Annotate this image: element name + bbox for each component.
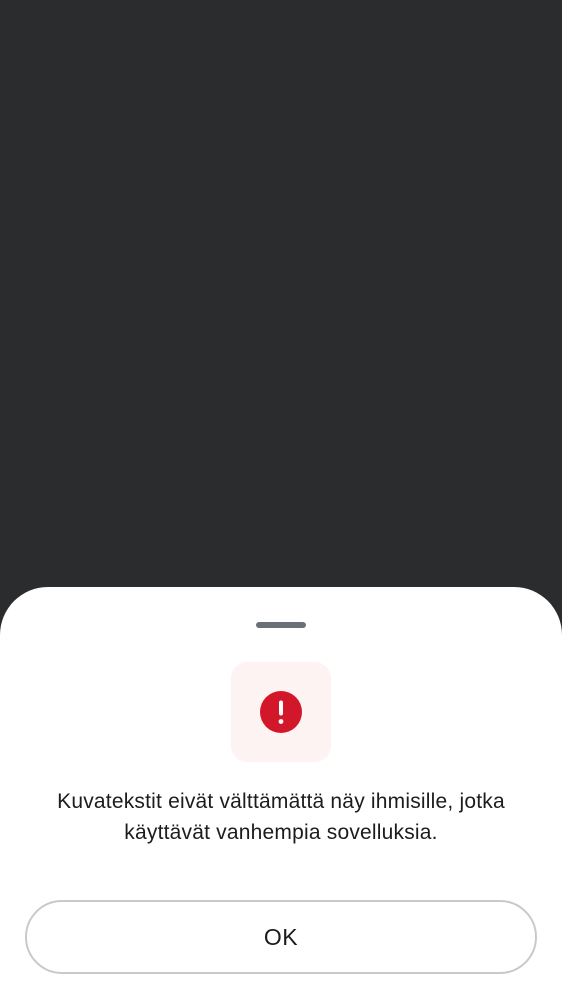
- bottom-sheet-dialog: Kuvatekstit eivät välttämättä näy ihmisi…: [0, 587, 562, 1000]
- alert-icon-container: [231, 662, 331, 762]
- drag-handle[interactable]: [256, 622, 306, 628]
- alert-circle-icon: [260, 691, 302, 733]
- dialog-message: Kuvatekstit eivät välttämättä näy ihmisi…: [57, 790, 505, 844]
- ok-button[interactable]: OK: [25, 900, 537, 974]
